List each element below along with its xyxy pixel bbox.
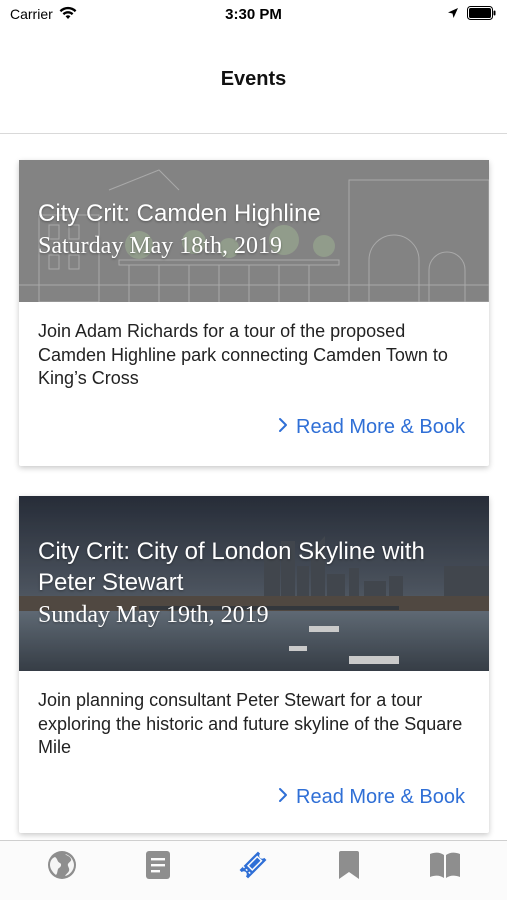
battery-icon — [467, 5, 497, 23]
event-hero-text: City Crit: City of London Skyline with P… — [38, 536, 477, 630]
location-arrow-icon — [447, 6, 459, 22]
read-more-label: Read More & Book — [296, 416, 465, 438]
event-date: Sunday May 19th, 2019 — [38, 602, 269, 628]
ticket-icon — [236, 848, 270, 887]
read-more-book-link[interactable]: Read More & Book — [278, 416, 465, 439]
chevron-right-icon — [278, 416, 288, 439]
event-title: City Crit: Camden Highline — [38, 200, 321, 227]
event-description: Join Adam Richards for a tour of the pro… — [38, 321, 448, 388]
status-left: Carrier — [10, 6, 77, 23]
event-card[interactable]: City Crit: City of London Skyline with P… — [19, 496, 489, 833]
bookmark-icon — [338, 850, 360, 885]
event-card-body: Join Adam Richards for a tour of the pro… — [19, 302, 489, 391]
tab-explore[interactable] — [32, 843, 92, 893]
carrier-label: Carrier — [10, 6, 53, 22]
page-title: Events — [220, 68, 287, 90]
event-hero-text: City Crit: Camden Highline Saturday May … — [38, 198, 477, 261]
tab-articles[interactable] — [128, 843, 188, 893]
event-card[interactable]: City Crit: Camden Highline Saturday May … — [19, 160, 489, 466]
event-description: Join planning consultant Peter Stewart f… — [38, 690, 463, 757]
event-date: Saturday May 18th, 2019 — [38, 233, 282, 259]
tab-bookmarks[interactable] — [319, 843, 379, 893]
book-icon — [429, 851, 461, 884]
tab-events[interactable] — [223, 843, 283, 893]
events-list[interactable]: City Crit: Camden Highline Saturday May … — [0, 135, 507, 840]
status-bar: Carrier 3:30 PM — [0, 0, 507, 28]
event-card-body: Join planning consultant Peter Stewart f… — [19, 671, 489, 760]
event-hero-image: City Crit: City of London Skyline with P… — [19, 496, 489, 671]
wifi-icon — [59, 6, 77, 23]
chevron-right-icon — [278, 786, 288, 809]
article-icon — [145, 850, 171, 885]
tab-guides[interactable] — [415, 843, 475, 893]
globe-icon — [46, 849, 78, 886]
navigation-bar: Events — [0, 28, 507, 134]
status-right — [447, 5, 497, 23]
event-hero-image: City Crit: Camden Highline Saturday May … — [19, 160, 489, 302]
read-more-label: Read More & Book — [296, 786, 465, 808]
read-more-book-link[interactable]: Read More & Book — [278, 786, 465, 809]
tab-bar — [0, 840, 507, 900]
event-title: City Crit: City of London Skyline with P… — [38, 538, 425, 596]
